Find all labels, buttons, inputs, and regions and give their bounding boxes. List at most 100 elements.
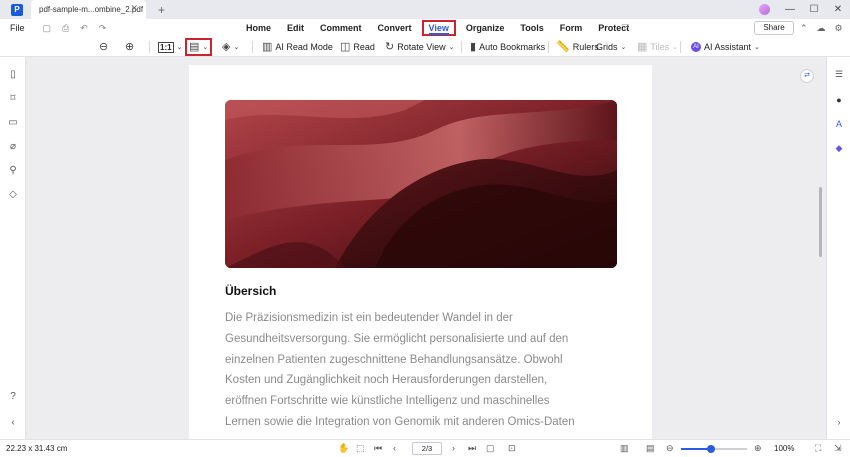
more-tabs-icon[interactable]: ▽ (622, 22, 629, 33)
minimize-icon[interactable]: — (778, 4, 802, 15)
hero-image (225, 100, 617, 268)
print-icon[interactable]: ⎙ (62, 23, 69, 34)
undo-icon[interactable]: ↶ (80, 23, 88, 34)
ai-assistant-icon: AI (691, 42, 701, 52)
left-sidebar: ▯ ⌑ ▭ ⌀ ⚲ ◇ ? ‹ (0, 57, 26, 439)
read-button[interactable]: ◫ Read (340, 39, 375, 55)
zoom-slider[interactable] (681, 445, 747, 453)
new-tab-button[interactable]: + (158, 3, 165, 17)
tab-form[interactable]: Form (552, 19, 591, 37)
grids-button[interactable]: Grids ⌄ (596, 39, 626, 55)
file-menu[interactable]: File (10, 23, 25, 33)
paragraph-line: Kosten und Zugänglichkeit noch Herausfor… (225, 374, 548, 387)
tab-label: Edit (287, 23, 305, 33)
page-size-readout: 22.23 x 31.43 cm (6, 444, 68, 453)
collapse-left-icon[interactable]: ‹ (7, 417, 19, 429)
zoom-level[interactable]: 100% (774, 444, 794, 453)
title-bar: P pdf-sample-m...ombine_2.pdf ✕ + — ☐ ✕ (0, 0, 850, 19)
hand-tool-icon[interactable]: ✋ (338, 443, 349, 454)
close-tab-icon[interactable]: ✕ (130, 3, 138, 14)
collapse-ribbon-icon[interactable]: ⌃ (800, 23, 808, 34)
help-icon[interactable]: ? (7, 391, 19, 403)
expand-icon[interactable]: ⇲ (834, 443, 842, 454)
share-button[interactable]: Share (754, 21, 794, 35)
rotate-icon: ↻ (385, 40, 395, 53)
zoom-in-icon[interactable]: ⊕ (125, 39, 134, 55)
tab-edit[interactable]: Edit (279, 19, 312, 37)
tab-protect[interactable]: Protect (590, 19, 637, 37)
ai-tools-icon[interactable]: ◆ (833, 143, 845, 155)
search-icon[interactable]: ⚲ (7, 165, 19, 177)
tab-view[interactable]: View (421, 20, 456, 36)
settings-icon[interactable]: ⚙ (835, 23, 843, 34)
rotate-view-button[interactable]: ↻ Rotate View ⌄ (385, 39, 454, 55)
tab-label: Convert (377, 23, 412, 33)
ai-read-mode-button[interactable]: ▥ AI Read Mode (262, 39, 333, 55)
tab-home[interactable]: Home (238, 19, 279, 37)
ai-assistant-label: AI Assistant (704, 42, 752, 52)
rulers-button[interactable]: 📏 Rulers (556, 39, 599, 55)
tiles-button: ▦ Tiles ⌄ (637, 40, 678, 53)
close-window-icon[interactable]: ✕ (826, 4, 850, 15)
comment-icon[interactable]: ▭ (7, 117, 19, 129)
ai-chat-icon[interactable]: ● (833, 95, 845, 107)
status-bar: 22.23 x 31.43 cm ✋ ⬚ ⏮ ‹ 2/3 › ⏭ ▢ ⊡ ▥ ▤… (0, 439, 850, 457)
previous-page-icon[interactable]: ‹ (393, 443, 396, 453)
avatar[interactable] (759, 4, 770, 15)
zoom-out-icon[interactable]: ⊖ (99, 39, 108, 55)
attachment-icon[interactable]: ⌀ (7, 141, 19, 153)
auto-bookmarks-label: Auto Bookmarks (479, 42, 546, 52)
ruler-icon: 📏 (556, 40, 570, 53)
properties-icon[interactable]: ☰ (833, 69, 845, 81)
page-view-icon[interactable]: ▥ (620, 443, 629, 454)
translate-float-icon[interactable]: ⇄ (800, 69, 814, 83)
fit-width-icon[interactable]: ⊡ (508, 443, 516, 454)
next-page-icon[interactable]: › (452, 443, 455, 453)
redo-icon[interactable]: ↷ (99, 23, 107, 34)
tab-comment[interactable]: Comment (312, 19, 370, 37)
document-tab-title: pdf-sample-m...ombine_2.pdf (39, 5, 144, 14)
tab-label: Form (559, 23, 583, 33)
status-zoom-in-icon[interactable]: ⊕ (754, 443, 762, 454)
book-icon: ◫ (340, 40, 351, 53)
paint-bucket-icon: ◈ (222, 40, 231, 53)
last-page-icon[interactable]: ⏭ (468, 443, 476, 454)
thumbnails-icon[interactable]: ▯ (7, 69, 19, 81)
translate-icon[interactable]: A (833, 119, 845, 131)
maximize-icon[interactable]: ☐ (802, 4, 826, 15)
background-color-button[interactable]: ◈ ⌄ (222, 39, 239, 55)
save-icon[interactable]: ▢ (43, 23, 52, 34)
tab-convert[interactable]: Convert (370, 19, 420, 37)
first-page-icon[interactable]: ⏮ (374, 443, 382, 454)
tab-tools[interactable]: Tools (512, 19, 551, 37)
cloud-upload-icon[interactable]: ☁ (817, 23, 826, 34)
bookmark-panel-icon[interactable]: ⌑ (7, 93, 19, 105)
paragraph-line: Die Präzisionsmedizin ist ein bedeutende… (225, 312, 513, 324)
document-tab[interactable]: pdf-sample-m...ombine_2.pdf ✕ (31, 0, 146, 19)
auto-bookmarks-button[interactable]: ▮ Auto Bookmarks (470, 39, 545, 55)
fit-page-icon[interactable]: ▢ (486, 443, 495, 454)
page-layout-icon: ▤ (189, 40, 200, 53)
document-canvas: Übersich Die Präzisionsmedizin ist ein b… (26, 57, 826, 439)
select-tool-icon[interactable]: ⬚ (356, 443, 365, 454)
zoom-slider-knob[interactable] (706, 445, 715, 453)
actual-size-button[interactable]: 1:1 ⌄ (158, 39, 182, 55)
ai-assistant-button[interactable]: AI AI Assistant ⌄ (691, 39, 760, 55)
read-mode-icon: ▥ (262, 40, 273, 53)
status-zoom-out-icon[interactable]: ⊖ (666, 443, 674, 454)
ribbon-tabs: Home Edit Comment Convert View Organize Tools F… (238, 19, 637, 37)
rotate-view-label: Rotate View (397, 42, 446, 52)
page-display-button[interactable]: ▤ ⌄ (185, 38, 213, 56)
abstract-curves-image (225, 100, 617, 268)
layers-icon[interactable]: ◇ (7, 189, 19, 201)
grids-label: Grids (596, 42, 618, 52)
tab-label: Tools (520, 23, 544, 33)
display-mode-icon[interactable]: ▤ (646, 443, 655, 454)
menu-bar: File ▢ ⎙ ↶ ↷ Home Edit Comment Convert View O… (0, 19, 850, 37)
fullscreen-icon[interactable]: ⛶ (815, 443, 821, 454)
vertical-scrollbar[interactable] (819, 187, 822, 257)
page-number-input[interactable]: 2/3 (412, 442, 442, 455)
collapse-right-icon[interactable]: › (833, 417, 845, 429)
tab-organize[interactable]: Organize (458, 19, 513, 37)
tiles-icon: ▦ (637, 40, 648, 53)
